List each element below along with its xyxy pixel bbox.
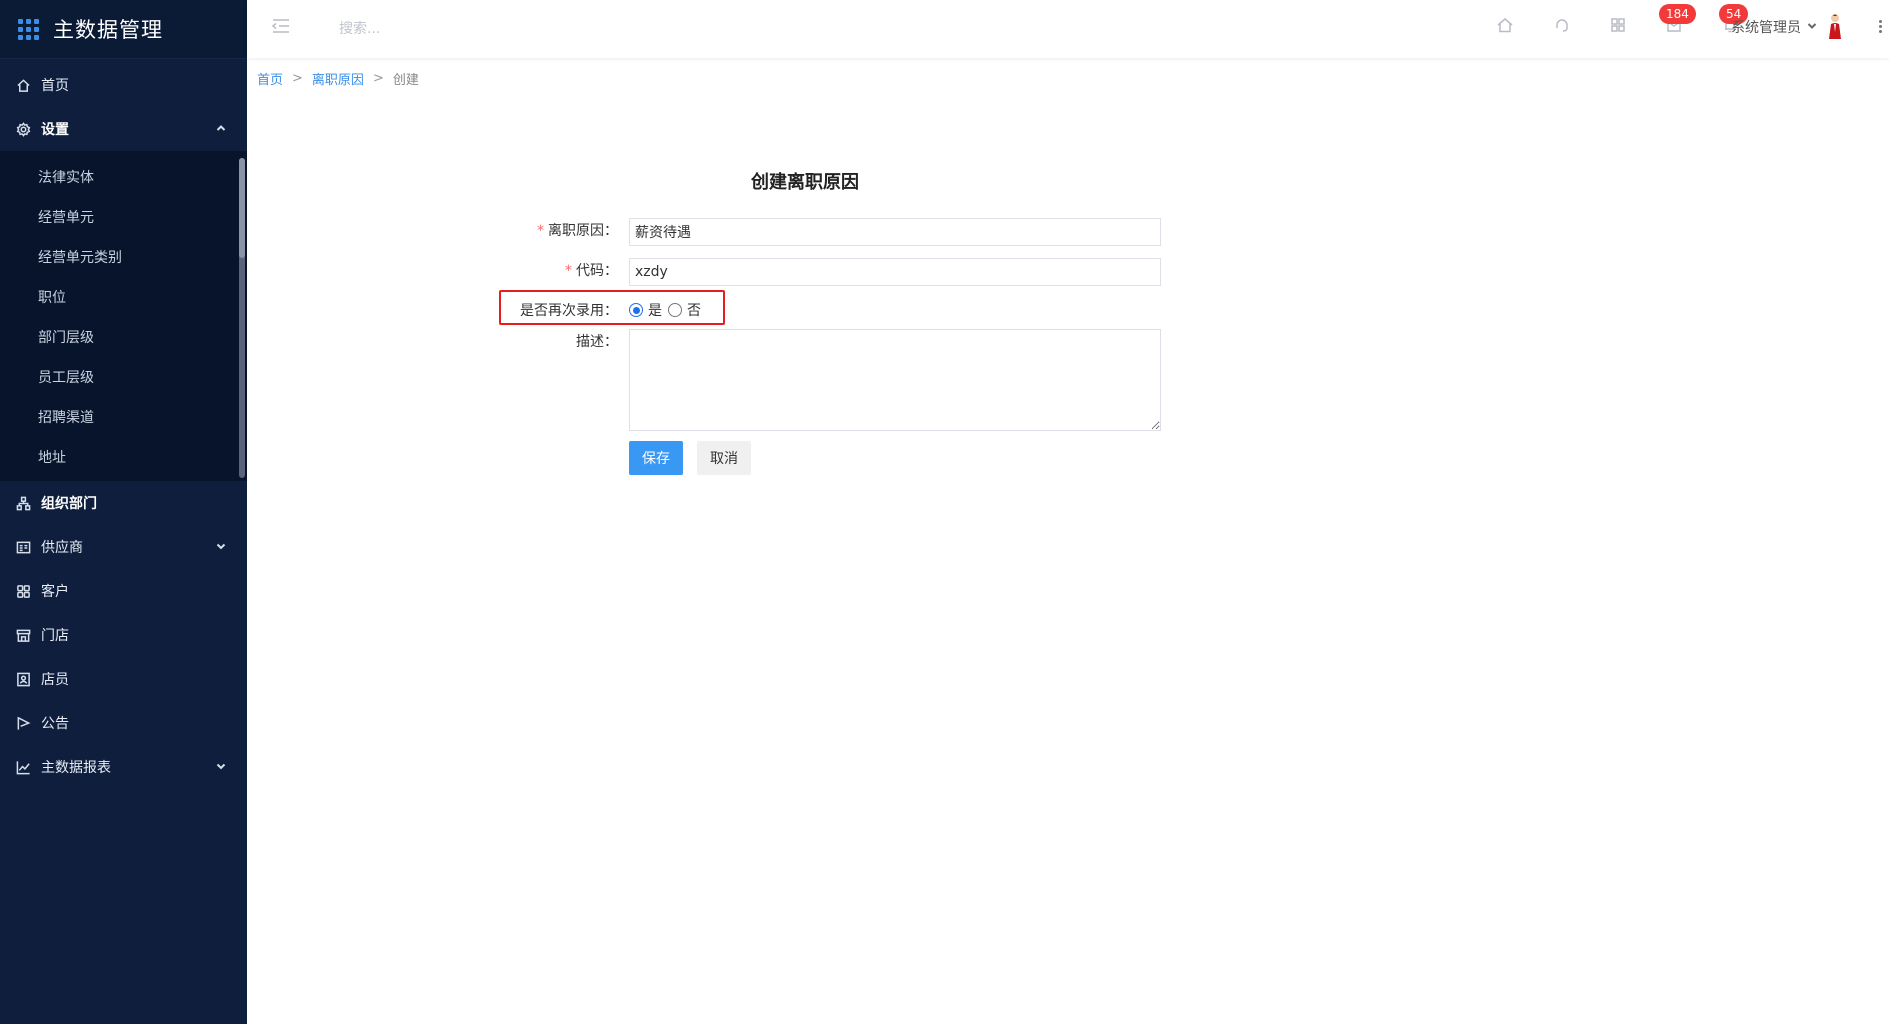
chevron-down-icon xyxy=(215,760,227,772)
sidebar-item-label: 门店 xyxy=(41,628,69,644)
clerk-badge-icon xyxy=(15,671,31,687)
code-label: * 代码： xyxy=(418,260,618,280)
supplier-card-icon xyxy=(15,539,31,555)
user-menu[interactable]: 系统管理员 xyxy=(1731,17,1817,37)
message-count-badge: 184 xyxy=(1659,4,1696,24)
user-name: 系统管理员 xyxy=(1731,20,1801,36)
sidebar-item-clerk[interactable]: 店员 xyxy=(0,657,247,701)
sidebar-item-label: 组织部门 xyxy=(41,496,97,512)
grid-icon[interactable] xyxy=(1609,16,1629,36)
breadcrumb: 首页 > 离职原因 > 创建 xyxy=(257,69,419,88)
sidebar-item-notice[interactable]: 公告 xyxy=(0,701,247,745)
search-input[interactable] xyxy=(337,14,561,44)
required-mark: * xyxy=(537,223,544,239)
cancel-button[interactable]: 取消 xyxy=(697,441,751,475)
reason-label-text: 离职原因： xyxy=(548,223,618,239)
breadcrumb-home[interactable]: 首页 xyxy=(257,69,283,88)
sidebar-subitem-recruit-channel[interactable]: 招聘渠道 xyxy=(0,397,247,437)
notice-flag-icon xyxy=(15,715,31,731)
home-icon[interactable] xyxy=(1496,16,1516,36)
avatar[interactable] xyxy=(1825,12,1845,40)
sidebar-item-settings[interactable]: 设置 xyxy=(0,107,247,151)
home-icon xyxy=(15,77,31,93)
more-vertical-icon[interactable] xyxy=(1877,18,1883,38)
gear-icon xyxy=(15,121,31,137)
desc-label: 描述： xyxy=(576,334,618,350)
code-label-text: 代码： xyxy=(576,263,618,279)
customer-icon xyxy=(15,583,31,599)
app-title: 主数据管理 xyxy=(53,18,163,42)
sidebar-item-report[interactable]: 主数据报表 xyxy=(0,745,247,789)
description-textarea[interactable] xyxy=(629,329,1161,431)
sidebar-item-store[interactable]: 门店 xyxy=(0,613,247,657)
store-icon xyxy=(15,627,31,643)
sidebar-item-label: 供应商 xyxy=(41,540,83,556)
sidebar-subitem-legal-entity[interactable]: 法律实体 xyxy=(0,157,247,197)
reason-label: * 离职原因： xyxy=(418,220,618,240)
sidebar: 主数据管理 首页 设置 法律实体 经营单元 经营单元类别 职位 部门层级 员工层… xyxy=(0,0,247,1024)
menu-toggle-icon[interactable] xyxy=(271,17,291,35)
sidebar-item-label: 客户 xyxy=(41,584,69,600)
code-input[interactable] xyxy=(629,258,1161,286)
save-button[interactable]: 保存 xyxy=(629,441,683,475)
sidebar-item-customer[interactable]: 客户 xyxy=(0,569,247,613)
sidebar-item-label: 主数据报表 xyxy=(41,760,111,776)
org-tree-icon xyxy=(15,495,31,511)
brand: 主数据管理 xyxy=(0,0,247,59)
top-header: 184 54 系统管理员 xyxy=(247,0,1889,58)
highlight-box xyxy=(499,290,725,325)
sidebar-scrollbar-thumb[interactable] xyxy=(239,158,245,258)
headset-icon[interactable] xyxy=(1553,16,1573,36)
page-title: 创建离职原因 xyxy=(751,172,859,193)
apps-grid-icon xyxy=(18,18,39,40)
breadcrumb-current: 创建 xyxy=(392,73,419,88)
sidebar-item-label: 首页 xyxy=(41,78,69,94)
breadcrumb-section[interactable]: 离职原因 xyxy=(312,69,364,88)
chevron-down-icon xyxy=(1801,19,1817,35)
sidebar-subitem-employee-level[interactable]: 员工层级 xyxy=(0,357,247,397)
breadcrumb-separator: > xyxy=(372,71,384,86)
settings-submenu: 法律实体 经营单元 经营单元类别 职位 部门层级 员工层级 招聘渠道 地址 xyxy=(0,151,247,481)
chevron-up-icon xyxy=(215,122,227,134)
sidebar-subitem-dept-level[interactable]: 部门层级 xyxy=(0,317,247,357)
sidebar-item-org[interactable]: 组织部门 xyxy=(0,481,247,525)
required-mark: * xyxy=(565,263,572,279)
message-icon[interactable]: 184 xyxy=(1659,4,1696,36)
chevron-down-icon xyxy=(215,540,227,552)
sidebar-item-label: 设置 xyxy=(41,122,69,138)
sidebar-item-home[interactable]: 首页 xyxy=(0,63,247,107)
sidebar-subitem-business-unit-type[interactable]: 经营单元类别 xyxy=(0,237,247,277)
sidebar-item-label: 店员 xyxy=(41,672,69,688)
reason-input[interactable] xyxy=(629,218,1161,246)
sidebar-subitem-business-unit[interactable]: 经营单元 xyxy=(0,197,247,237)
sidebar-item-supplier[interactable]: 供应商 xyxy=(0,525,247,569)
sidebar-subitem-address[interactable]: 地址 xyxy=(0,437,247,477)
breadcrumb-separator: > xyxy=(292,71,303,86)
sidebar-item-label: 公告 xyxy=(41,716,69,732)
sidebar-subitem-position[interactable]: 职位 xyxy=(0,277,247,317)
line-chart-icon xyxy=(15,759,31,775)
